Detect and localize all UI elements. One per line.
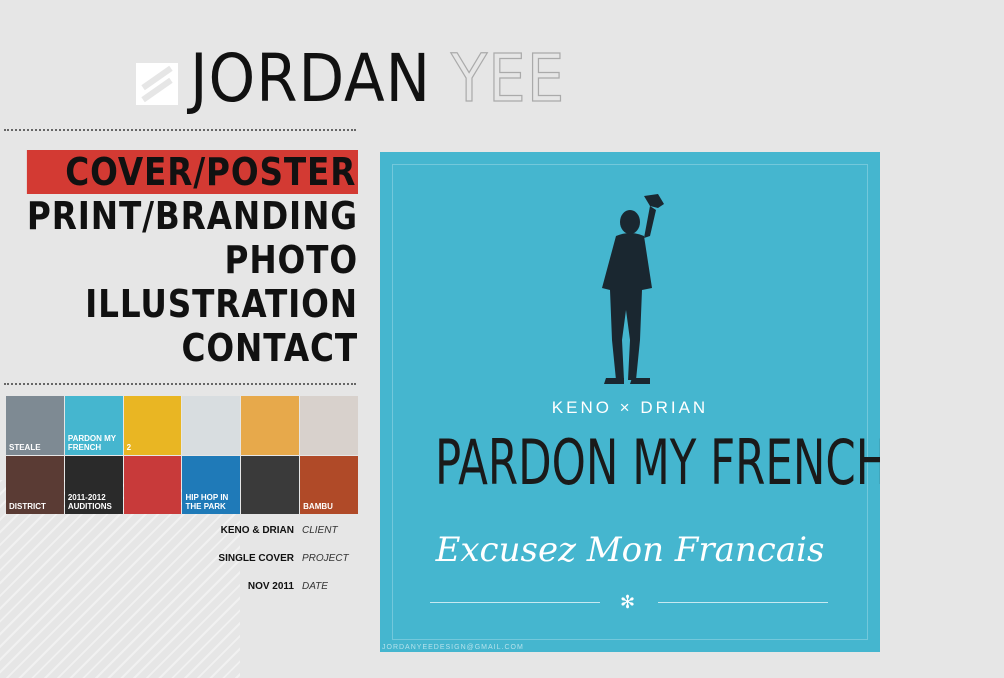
- featured-poster[interactable]: KENO × DRIAN PARDON MY FRENCH Excusez Mo…: [380, 152, 880, 652]
- thumbnail-caption: DISTRICT: [9, 502, 46, 511]
- thumbnail-caption: PARDON MY FRENCH: [67, 433, 116, 452]
- site-title[interactable]: JORDAN YEE: [190, 43, 565, 114]
- thumbnail-7[interactable]: DISTRICT: [6, 455, 64, 514]
- thumbnail-12[interactable]: BAMBU: [300, 455, 358, 514]
- poster-subtitle: Excusez Mon Francais: [435, 530, 825, 570]
- thumbnail-1[interactable]: STEALE: [6, 396, 64, 455]
- thumbnail-8[interactable]: 2011-2012 AUDITIONS: [64, 455, 123, 514]
- nav-item-cover-poster[interactable]: COVER/POSTER: [26, 150, 358, 194]
- thumbnail-caption: STEALE: [9, 442, 41, 452]
- thumbnail-caption: BAMBU: [303, 502, 333, 511]
- thumbnail-9[interactable]: [123, 455, 182, 514]
- man-silhouette-icon: [602, 194, 664, 384]
- thumbnail-11[interactable]: [241, 455, 300, 514]
- thumbnail-caption: 2011-2012 AUDITIONS: [67, 493, 112, 511]
- ornament-icon: ✻: [620, 592, 636, 612]
- thumbnail-6[interactable]: [300, 396, 358, 455]
- thumbnail-3[interactable]: 2: [123, 396, 182, 455]
- nav-item-contact[interactable]: CONTACT: [27, 326, 358, 370]
- thumbnail-4[interactable]: [182, 396, 241, 455]
- poster-rule-left: [430, 602, 600, 603]
- thumbnail-5[interactable]: [241, 396, 300, 455]
- main-nav: COVER/POSTER PRINT/BRANDING PHOTO ILLUST…: [0, 150, 358, 370]
- client-label: CLIENT: [302, 525, 338, 536]
- thumbnail-caption: HIP HOP IN THE PARK: [185, 493, 229, 511]
- poster-footer: JORDANYEEDESIGN@GMAIL.COM: [382, 644, 524, 651]
- thumbnail-2[interactable]: PARDON MY FRENCH: [64, 396, 123, 455]
- thumbnail-grid: STEALE PARDON MY FRENCH 2 DISTRICT 2011-2012…: [6, 396, 358, 514]
- date-value: NOV 2011: [247, 581, 294, 592]
- first-name: JORDAN: [190, 40, 432, 117]
- project-value: SINGLE COVER: [218, 553, 294, 564]
- thumbnail-10[interactable]: HIP HOP IN THE PARK: [182, 455, 241, 514]
- nav-item-photo[interactable]: PHOTO: [27, 238, 358, 282]
- poster-artist: KENO × DRIAN: [551, 398, 709, 417]
- thumbnail-caption: 2: [126, 442, 132, 452]
- poster-title: PARDON MY FRENCH: [435, 426, 880, 499]
- top-divider: [4, 129, 356, 131]
- last-name: YEE: [450, 40, 566, 117]
- client-value: KENO & DRIAN: [220, 525, 294, 536]
- bottom-divider: [4, 383, 356, 385]
- nav-item-print-branding[interactable]: PRINT/BRANDING: [27, 194, 358, 238]
- nav-item-illustration[interactable]: ILLUSTRATION: [27, 282, 358, 326]
- logo-icon[interactable]: [136, 63, 178, 105]
- date-label: DATE: [302, 581, 328, 592]
- project-label: PROJECT: [302, 553, 349, 564]
- poster-rule-right: [658, 602, 828, 603]
